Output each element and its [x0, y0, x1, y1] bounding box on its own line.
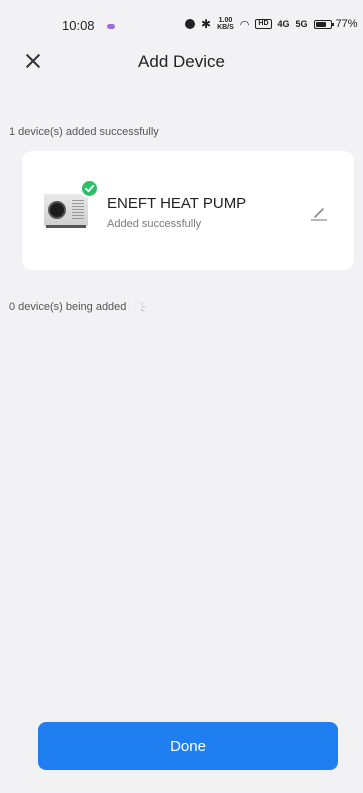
added-section-label: 1 device(s) added successfully	[9, 126, 159, 138]
network-speed: 1.00 KB/S	[217, 17, 234, 31]
device-name: ENEFT HEAT PUMP	[107, 195, 247, 212]
status-time: 10:08	[62, 18, 95, 33]
pencil-glyph	[311, 208, 327, 221]
status-icons: ✱ 1.00 KB/S ◠ HD 4G 5G 77%	[185, 17, 358, 31]
battery-fill	[315, 21, 327, 27]
battery-percent: 77%	[335, 18, 358, 30]
signal-5g: 5G	[295, 19, 308, 29]
device-status: Added successfully	[107, 218, 202, 230]
wifi-icon: ◠	[239, 18, 250, 31]
heat-pump-base	[46, 225, 86, 228]
page-title: Add Device	[138, 52, 225, 71]
alarm-icon	[185, 19, 195, 29]
device-card[interactable]: ENEFT HEAT PUMP Added successfully	[22, 151, 354, 270]
adding-section-label: 0 device(s) being added	[9, 301, 127, 313]
adding-section: 0 device(s) being added	[9, 300, 146, 314]
check-glyph	[84, 184, 95, 193]
battery-tip	[331, 22, 334, 26]
heat-pump-body	[44, 194, 88, 226]
heat-pump-fan	[48, 201, 66, 219]
heat-pump-grille	[72, 200, 84, 220]
header: Add Device	[0, 44, 363, 80]
done-button[interactable]: Done	[38, 722, 338, 770]
spinner-icon	[133, 300, 146, 314]
status-bar: 10:08 ✱ 1.00 KB/S ◠ HD 4G 5G 77%	[0, 0, 363, 40]
bluetooth-icon: ✱	[201, 17, 212, 31]
pencil-icon[interactable]	[308, 201, 330, 223]
check-icon	[80, 179, 99, 198]
hd-badge: HD	[255, 19, 272, 29]
notification-dot-icon	[107, 24, 115, 29]
heat-pump-icon	[44, 194, 88, 228]
signal-4g: 4G	[277, 19, 290, 29]
battery-icon	[313, 19, 334, 29]
